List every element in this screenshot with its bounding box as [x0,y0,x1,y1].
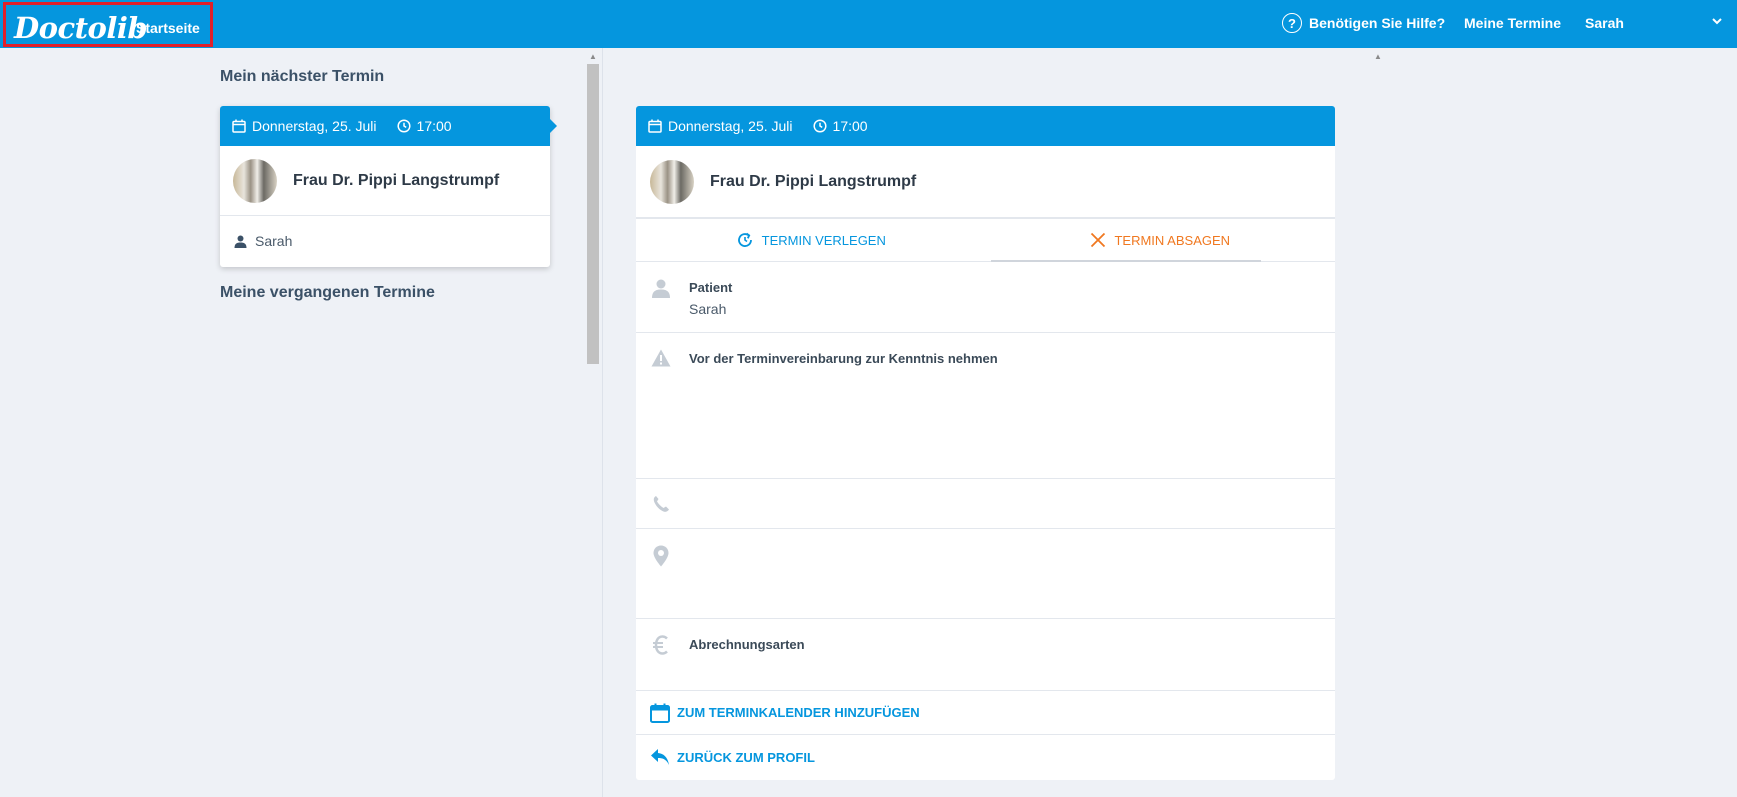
appointment-detail-card: Donnerstag, 25. Juli 17:00 Frau Dr. Pipp… [636,106,1335,780]
scroll-up-arrow-icon[interactable]: ▲ [589,52,597,61]
patient-name: Sarah [255,233,293,249]
clock-icon [812,119,827,133]
doctor-row: Frau Dr. Pippi Langstrumpf [220,146,550,216]
notice-row: Vor der Terminvereinbarung zur Kenntnis … [636,333,1335,479]
calendar-icon [650,703,670,723]
detail-time: 17:00 [832,118,868,134]
user-icon [652,279,670,298]
add-to-calendar-label: ZUM TERMINKALENDER HINZUFÜGEN [677,705,920,720]
close-icon [1091,232,1106,248]
address-row [636,529,1335,619]
reschedule-label: TERMIN VERLEGEN [761,232,886,248]
phone-row [636,479,1335,529]
appointment-actions: TERMIN VERLEGEN TERMIN ABSAGEN [636,218,1335,262]
detail-doctor-row[interactable]: Frau Dr. Pippi Langstrumpf [636,146,1335,218]
past-appointments-title: Meine vergangenen Termine [220,284,435,301]
next-appointment-card-header: Donnerstag, 25. Juli 17:00 [220,106,557,146]
reschedule-button[interactable]: TERMIN VERLEGEN [636,219,986,261]
add-to-calendar-link[interactable]: ZUM TERMINKALENDER HINZUFÜGEN [636,691,1335,735]
detail-doctor-name: Frau Dr. Pippi Langstrumpf [710,172,917,190]
calendar-icon [648,119,662,133]
scroll-up-arrow-icon[interactable]: ▲ [1374,52,1382,61]
my-appointments-link[interactable]: Meine Termine [1464,15,1561,31]
calendar-icon [232,119,246,133]
phone-icon [653,496,669,512]
scrollbar-thumb[interactable] [587,64,599,364]
doctolib-logo[interactable]: Doctolib [14,11,148,45]
chevron-down-icon[interactable] [1711,14,1723,30]
next-appointment-title: Mein nächster Termin [220,68,385,85]
warning-icon [651,349,671,367]
patient-info-row: Patient Sarah [636,262,1335,333]
back-to-profile-label: ZURÜCK ZUM PROFIL [677,749,815,765]
patient-row: Sarah [220,216,550,266]
billing-row: Abrechnungsarten [636,619,1335,691]
appointment-time: 17:00 [416,118,452,134]
user-menu[interactable]: Sarah [1585,15,1624,31]
patient-label: Patient [689,280,733,295]
home-link[interactable]: Startseite [136,20,200,36]
detail-date: Donnerstag, 25. Juli [668,118,793,134]
location-pin-icon [653,545,669,567]
reply-arrow-icon [651,749,669,765]
euro-icon [653,635,668,655]
help-icon: ? [1282,13,1302,33]
appointment-date: Donnerstag, 25. Juli [252,118,377,134]
billing-label: Abrechnungsarten [689,637,805,652]
notice-label: Vor der Terminvereinbarung zur Kenntnis … [689,351,998,366]
patient-value: Sarah [689,301,727,317]
doctor-avatar [650,159,694,204]
user-icon [234,235,247,248]
back-to-profile-link[interactable]: ZURÜCK ZUM PROFIL [636,735,1335,779]
brand-highlight-box: Doctolib Startseite [3,2,213,47]
doctor-name: Frau Dr. Pippi Langstrumpf [293,171,500,189]
reschedule-icon [737,232,752,247]
next-appointment-card[interactable]: Donnerstag, 25. Juli 17:00 Frau Dr. Pipp… [220,106,557,267]
doctor-avatar [233,158,277,203]
column-divider [602,48,603,797]
cancel-label: TERMIN ABSAGEN [1114,232,1231,248]
help-link[interactable]: ? Benötigen Sie Hilfe? [1282,13,1445,33]
clock-icon [396,119,411,133]
cancel-appointment-button[interactable]: TERMIN ABSAGEN [986,219,1336,262]
detail-card-header: Donnerstag, 25. Juli 17:00 [636,106,1335,146]
top-navigation-bar: Doctolib Startseite ? Benötigen Sie Hilf… [0,0,1737,48]
help-label: Benötigen Sie Hilfe? [1309,15,1446,31]
